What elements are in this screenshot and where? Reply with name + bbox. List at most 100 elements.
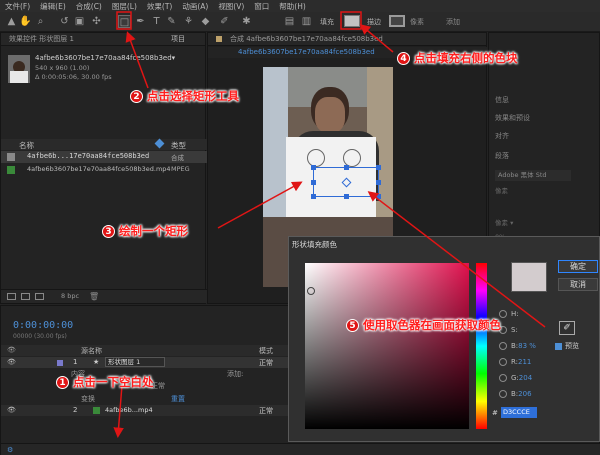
column-source-name[interactable]: 源名称 (81, 346, 102, 356)
rotate-tool-icon[interactable]: ↺ (58, 15, 71, 28)
delete-icon[interactable]: 🗑 (89, 292, 99, 301)
eraser-tool-icon[interactable]: ◆ (199, 15, 212, 28)
cancel-button[interactable]: 取消 (558, 278, 598, 291)
add-menu[interactable]: 添加: (227, 369, 243, 379)
brush-tool-icon[interactable]: ✎ (165, 15, 178, 28)
hue-slider[interactable] (476, 263, 487, 429)
menu-layer[interactable]: 图层(L) (112, 1, 137, 12)
step-text: 点击一下空白处 (73, 375, 154, 389)
column-name[interactable]: 名称 (19, 140, 34, 151)
eye-icon[interactable]: 👁 (7, 358, 16, 366)
layer-row[interactable]: 👁 2 4afbe6b...mp4 正常 (1, 405, 291, 416)
radio-blue[interactable] (499, 390, 507, 398)
radio-r[interactable] (499, 358, 507, 366)
new-folder-icon[interactable] (21, 293, 30, 300)
column-type[interactable]: 类型 (171, 140, 186, 151)
menu-file[interactable]: 文件(F) (5, 1, 30, 12)
type-tool-icon[interactable]: T (150, 15, 163, 28)
tab-effect-controls[interactable]: 效果控件 形状图层 1 (9, 34, 74, 44)
pan-behind-tool-icon[interactable]: ✣ (90, 15, 103, 28)
layer-mode[interactable]: 正常 (259, 406, 273, 416)
video-layer-icon (93, 407, 100, 414)
shape-layer-star-icon: ★ (93, 358, 100, 366)
camera-tool-icon[interactable]: ▣ (73, 15, 86, 28)
interpret-footage-icon[interactable] (7, 293, 16, 300)
tab-project[interactable]: 项目 (171, 34, 185, 44)
tab-composition[interactable]: 合成 4afbe6b3607be17e70aa84fce508b3ed (230, 34, 383, 44)
panel-paragraph[interactable]: 段落 (495, 151, 509, 161)
zoom-tool-icon[interactable]: ⌕ (34, 15, 47, 28)
roto-brush-tool-icon[interactable]: ✐ (218, 15, 231, 28)
r-value[interactable]: 211 (518, 358, 531, 366)
project-footer: 8 bpc 🗑 (1, 289, 207, 303)
preview-label: 预览 (565, 342, 579, 350)
pen-tool-icon[interactable]: ✒ (134, 15, 147, 28)
timecode[interactable]: 0:00:00:00 (13, 320, 73, 331)
layer-mode[interactable]: 正常 (259, 358, 273, 368)
project-item-duration: Δ 0:00:05:06, 30.00 fps (35, 73, 112, 81)
saturation-brightness-field[interactable] (305, 263, 469, 429)
tab-composition-name[interactable]: 4afbe6b3607be17e70aa84fce508b3ed (238, 48, 375, 56)
step-text: 绘制一个矩形 (119, 224, 188, 238)
stroke-width-unit: 像素 (410, 18, 424, 26)
panel-align[interactable]: 对齐 (495, 131, 509, 141)
step-text: 使用取色器在画面获取颜色 (363, 318, 501, 332)
menu-view[interactable]: 视图(V) (218, 1, 244, 12)
layer-row[interactable]: 👁 1 ★ 形状图层 1 正常 (1, 357, 291, 368)
menu-help[interactable]: 帮助(H) (279, 1, 306, 12)
radio-b[interactable] (499, 342, 507, 350)
menu-composition[interactable]: 合成(C) (76, 1, 102, 12)
column-mode[interactable]: 模式 (259, 346, 273, 356)
new-composition-icon[interactable] (35, 293, 44, 300)
ok-button[interactable]: 确定 (558, 260, 598, 273)
project-row[interactable]: 4afbe6b...17e70aa84fce508b3ed 合成 (1, 151, 207, 163)
project-tabbar: 效果控件 形状图层 1 项目 (1, 33, 205, 46)
puppet-tool-icon[interactable]: ✱ (240, 15, 253, 28)
menu-effect[interactable]: 效果(T) (147, 1, 172, 12)
timecode-frames: 00000 (30.00 fps) (13, 333, 67, 340)
layer-name[interactable]: 4afbe6b...mp4 (105, 406, 153, 414)
font-size-field[interactable]: 像素 (495, 185, 508, 195)
align-icon[interactable]: ▤ (283, 15, 296, 28)
blue-value[interactable]: 206 (518, 390, 531, 398)
rectangle-tool-icon[interactable]: □ (118, 15, 131, 28)
brightness-value[interactable]: 83 % (518, 342, 536, 350)
clone-stamp-tool-icon[interactable]: ⚘ (182, 15, 195, 28)
bit-depth-label[interactable]: 8 bpc (61, 292, 79, 300)
hand-tool-icon[interactable]: ✋ (19, 15, 32, 28)
eyedropper-icon[interactable]: ✐ (559, 321, 575, 335)
radio-g[interactable] (499, 374, 507, 382)
hex-hash: # (492, 409, 498, 417)
menu-window[interactable]: 窗口 (254, 1, 269, 12)
reset-link[interactable]: 重置 (171, 394, 185, 404)
project-item-name: 4afbe6b3607be17e70aa84fce508b3ed▾ (35, 54, 176, 62)
panel-effects-presets[interactable]: 效果和预设 (495, 113, 530, 123)
selection-tool-icon[interactable]: ▲ (5, 15, 18, 28)
g-label: G: (511, 374, 519, 382)
eye-icon[interactable]: 👁 (7, 406, 16, 414)
annotation-step-3: 3 绘制一个矩形 (102, 223, 188, 239)
layer-index: 1 (73, 358, 78, 366)
drawn-rectangle-shape[interactable] (311, 165, 381, 199)
project-row[interactable]: 4afbe6b3607be17e70aa84fce508b3ed.mp4 MPE… (1, 164, 207, 176)
snap-icon[interactable]: ▥ (300, 15, 313, 28)
stroke-color-swatch[interactable] (389, 15, 405, 27)
label-icon (154, 138, 165, 149)
leading-field[interactable]: 像素 ▾ (495, 217, 513, 227)
preview-checkbox[interactable]: 预览 (555, 341, 579, 351)
layer-name[interactable]: 形状图层 1 (105, 357, 165, 367)
font-family-select[interactable]: Adobe 黑体 Std (495, 170, 571, 181)
step-text: 点击选择矩形工具 (147, 89, 239, 103)
menu-edit[interactable]: 编辑(E) (40, 1, 66, 12)
project-item-size: 540 x 960 (1.00) (35, 64, 90, 72)
transform-group[interactable]: 变换 (81, 394, 95, 404)
layer-label-color[interactable] (57, 360, 63, 366)
hex-input[interactable]: D3CCCE (501, 407, 537, 418)
g-value[interactable]: 204 (519, 374, 532, 382)
checkbox-checked-icon[interactable] (555, 342, 562, 350)
menu-animation[interactable]: 动画(A) (182, 1, 208, 12)
toggle-switches-icon[interactable]: ⚙ (7, 446, 13, 454)
panel-info[interactable]: 信息 (495, 95, 509, 105)
fill-color-swatch[interactable] (344, 15, 360, 27)
add-label[interactable]: 添加 (446, 17, 460, 27)
